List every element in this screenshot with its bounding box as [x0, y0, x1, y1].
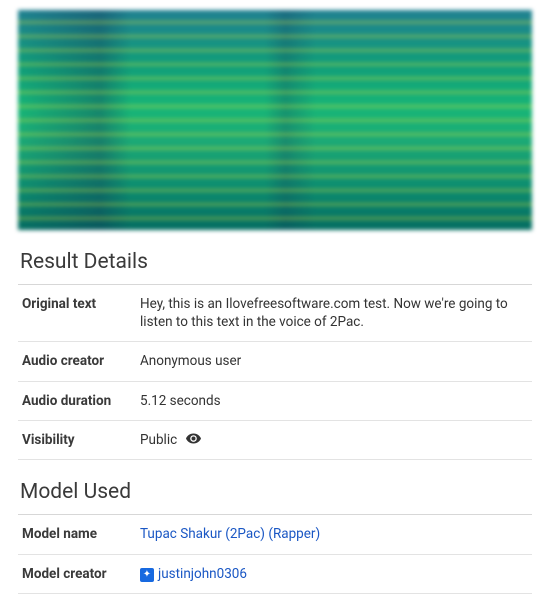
original-text-value: Hey, this is an Ilovefreesoftware.com te… [136, 285, 532, 342]
model-name-link[interactable]: Tupac Shakur (2Pac) (Rapper) [140, 526, 320, 542]
model-creator-link[interactable]: justinjohn0306 [158, 566, 247, 582]
model-creator-value-cell: ✦ justinjohn0306 [136, 554, 532, 593]
result-details-heading: Result Details [18, 230, 532, 285]
result-details-table: Original text Hey, this is an Ilovefrees… [18, 285, 532, 460]
table-row: Model name Tupac Shakur (2Pac) (Rapper) [18, 515, 532, 554]
audio-creator-value: Anonymous user [136, 342, 532, 381]
model-name-label: Model name [18, 515, 136, 554]
eye-icon [186, 431, 201, 449]
table-row: Visibility Public [18, 420, 532, 460]
audio-duration-value: 5.12 seconds [136, 381, 532, 420]
model-creator-label: Model creator [18, 554, 136, 593]
table-row: Audio duration 5.12 seconds [18, 381, 532, 420]
original-text-label: Original text [18, 285, 136, 342]
visibility-value: Public [140, 432, 177, 448]
table-row: Model creator ✦ justinjohn0306 [18, 554, 532, 593]
details-sections: Result Details Original text Hey, this i… [0, 230, 550, 602]
audio-duration-label: Audio duration [18, 381, 136, 420]
model-used-heading: Model Used [18, 460, 532, 515]
spectrogram-image [18, 10, 532, 230]
visibility-label: Visibility [18, 420, 136, 460]
model-used-table: Model name Tupac Shakur (2Pac) (Rapper) … [18, 515, 532, 593]
visibility-value-cell: Public [136, 420, 532, 460]
table-row: Original text Hey, this is an Ilovefrees… [18, 285, 532, 342]
model-name-value-cell: Tupac Shakur (2Pac) (Rapper) [136, 515, 532, 554]
table-row: Audio creator Anonymous user [18, 342, 532, 381]
audio-creator-label: Audio creator [18, 342, 136, 381]
user-badge-icon: ✦ [140, 568, 154, 582]
